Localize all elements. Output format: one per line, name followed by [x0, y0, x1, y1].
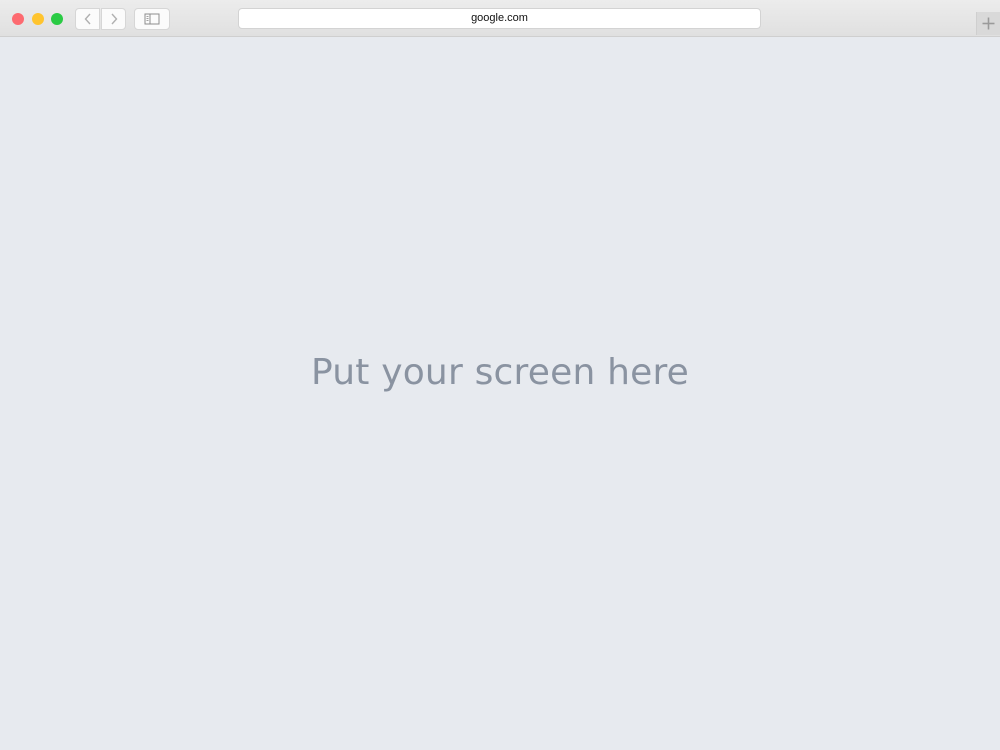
- browser-toolbar: google.com: [0, 0, 1000, 37]
- placeholder-text: Put your screen here: [310, 352, 690, 393]
- back-button[interactable]: [75, 8, 100, 30]
- address-bar[interactable]: google.com: [238, 8, 761, 29]
- new-tab-button[interactable]: [976, 12, 1000, 35]
- forward-button[interactable]: [101, 8, 126, 30]
- maximize-window-button[interactable]: [51, 13, 63, 25]
- navigation-buttons: [75, 8, 127, 30]
- plus-icon: [982, 17, 995, 30]
- chevron-left-icon: [84, 13, 91, 25]
- sidebar-icon: [144, 13, 160, 25]
- minimize-window-button[interactable]: [32, 13, 44, 25]
- sidebar-toggle-button[interactable]: [134, 8, 170, 30]
- url-text: google.com: [471, 12, 528, 24]
- browser-window: google.com Put your screen here: [0, 0, 1000, 750]
- chevron-right-icon: [110, 13, 117, 25]
- page-content-area: Put your screen here: [0, 37, 1000, 750]
- close-window-button[interactable]: [12, 13, 24, 25]
